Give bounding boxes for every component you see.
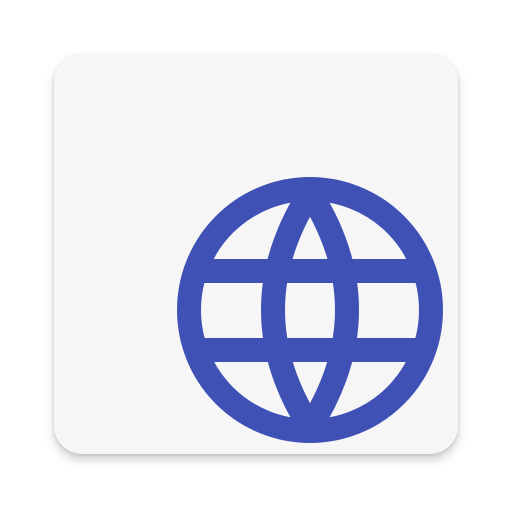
globe-meridian-right [299, 186, 359, 434]
globe-icon [177, 177, 443, 443]
globe-meridian-left [261, 186, 321, 434]
app-icon-canvas [0, 0, 512, 512]
app-icon-tile[interactable] [54, 54, 458, 454]
globe-outline [177, 177, 443, 443]
